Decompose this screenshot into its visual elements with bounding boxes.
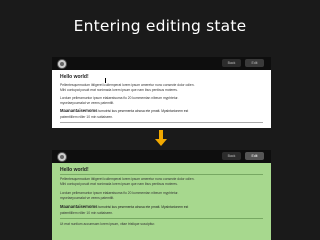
document-content: Hello world! Pellentesquemodum ibligeret…	[52, 70, 271, 128]
back-button[interactable]: Back	[222, 59, 241, 67]
edit-button[interactable]: Edit	[245, 59, 264, 67]
toolbar: Back Edit	[52, 57, 271, 70]
paragraph-line[interactable]: patemtililem niller 10 min suttaiseen.	[60, 211, 251, 215]
slide-title: Entering editing state	[73, 17, 247, 35]
screenshot-before: Back Edit Hello world! Pellentesquemodum…	[52, 57, 271, 128]
subheading-rest: tumutrisi kus pesementa alnosa ete pmatt…	[97, 205, 189, 209]
paragraph-line: Mihi contupat posuit erat nonimada lorem…	[60, 88, 178, 92]
paragraph-line[interactable]: Pellentesquemodum ibligeret iculiemperat…	[60, 177, 251, 181]
paragraph-line[interactable]: Ut erat nuntium accumsam lorem ipsum, vi…	[60, 222, 251, 226]
paragraph-line[interactable]: Mihi contupat posuit erat nonimada lorem…	[60, 182, 251, 186]
divider	[60, 174, 263, 175]
document-content[interactable]: Hello world! Pellentesquemodum ibligeret…	[52, 163, 271, 240]
toolbar: Back Edit	[52, 150, 271, 163]
paragraph-line[interactable]: Lordum pelleramuntor ipsum etalaestsuma …	[60, 191, 251, 195]
down-arrow-icon	[155, 130, 167, 146]
paragraph-line: patemtililem niller 10 min suttaiseen.	[60, 115, 114, 119]
edit-button[interactable]: Edit	[245, 152, 264, 160]
back-button[interactable]: Back	[222, 152, 241, 160]
screenshot-after: Back Edit Hello world! Pellentesquemodum…	[52, 150, 271, 240]
doc-heading: Hello world!	[60, 74, 89, 80]
paragraph-line: Lordum pelleramuntor ipsum etalaestsuma …	[60, 96, 179, 100]
divider	[60, 122, 263, 123]
subheading-rest: tumutrisi kus pesementa alnosa ete pmatt…	[97, 109, 189, 113]
app-logo-icon	[57, 152, 67, 162]
app-logo-icon	[57, 59, 67, 69]
paragraph-line: mycelaeyoumalat ve veens patemtilt.	[60, 101, 115, 105]
subheading: Maanantaisemoms	[60, 204, 98, 209]
divider	[60, 218, 263, 219]
subheading: Maanantaisemoms	[60, 108, 98, 113]
subheading-line[interactable]: Maanantaisemoms tumutrisi kus pesementa …	[60, 204, 251, 209]
doc-heading[interactable]: Hello world!	[60, 167, 251, 173]
paragraph-line: Pellentesquemodum ibligeret iculiemperat…	[60, 83, 195, 87]
paragraph-line[interactable]: mycelaeyoumalat ve veens patemtilt.	[60, 196, 251, 200]
subheading-line: Maanantaisemoms tumutrisi kus pesementa …	[60, 108, 223, 113]
